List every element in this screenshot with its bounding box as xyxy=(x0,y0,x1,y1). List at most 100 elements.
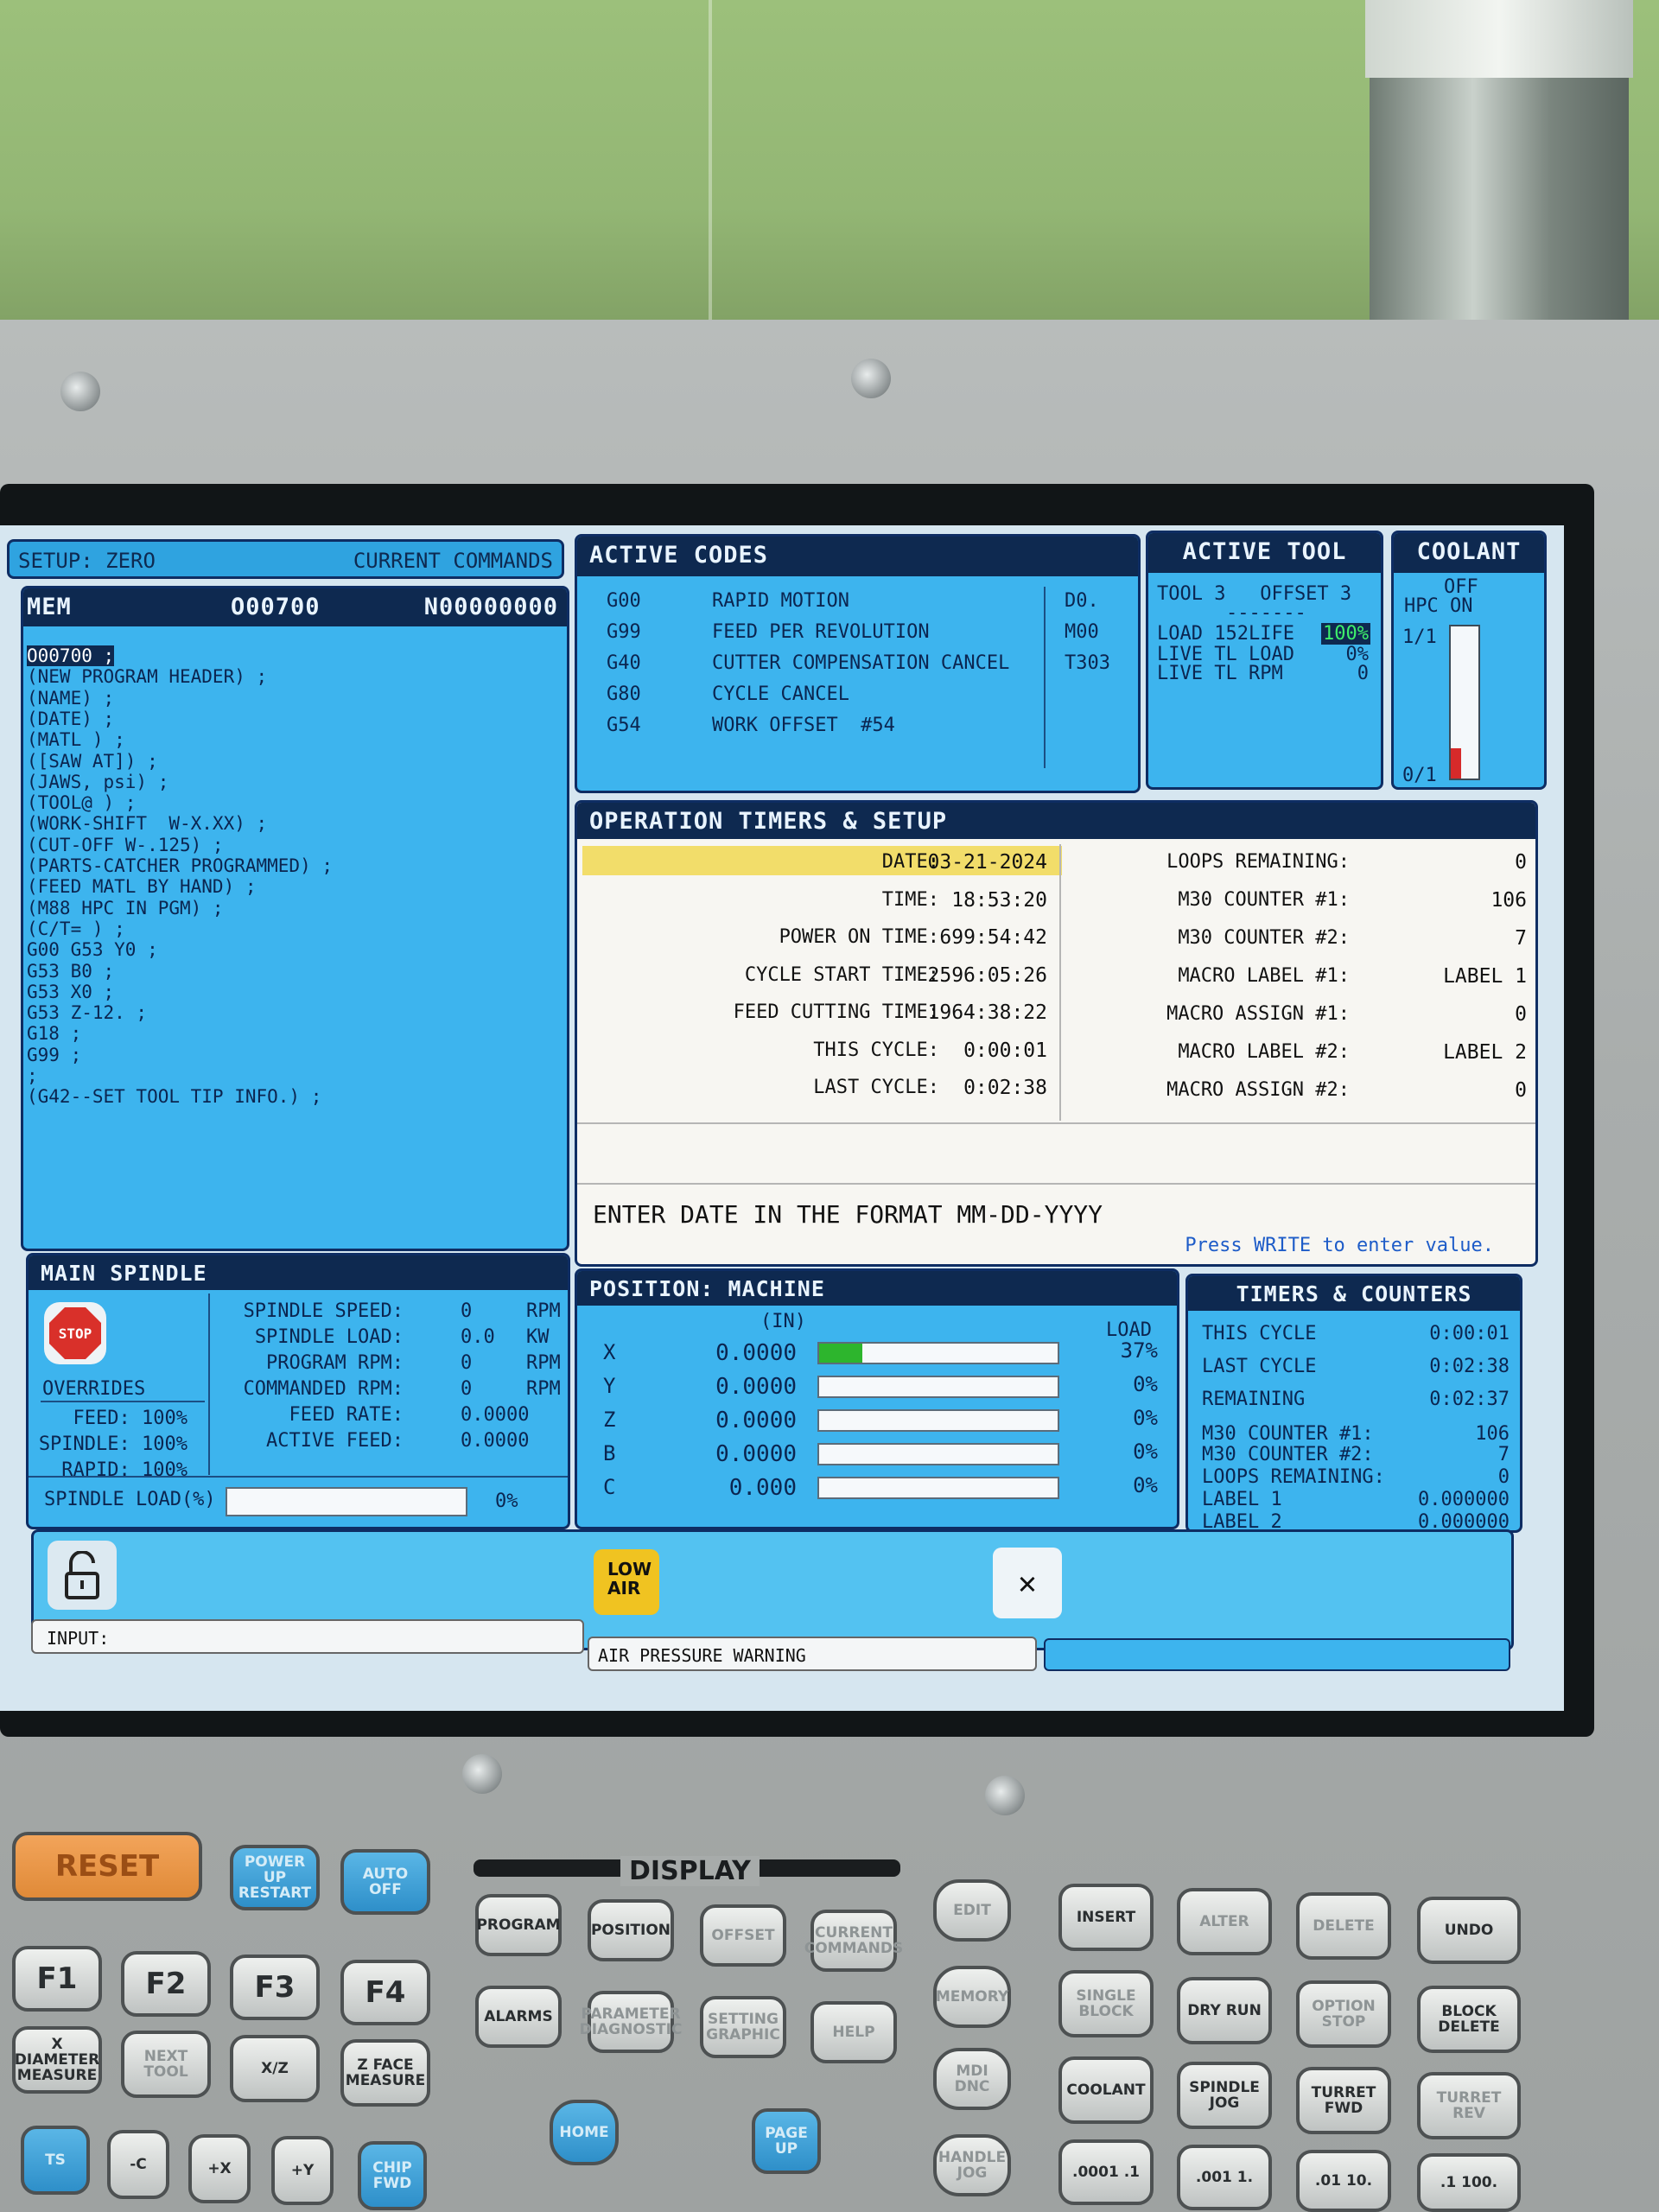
undo-key[interactable]: UNDO xyxy=(1417,1897,1521,1964)
screw xyxy=(851,359,891,398)
help-key[interactable]: HELP xyxy=(810,2001,897,2063)
spindle-jog-key[interactable]: SPINDLE JOG xyxy=(1177,2062,1272,2129)
cnc-screen: SETUP: ZERO CURRENT COMMANDS MEM O00700 … xyxy=(0,525,1564,1711)
program-key[interactable]: PROGRAM xyxy=(475,1894,562,1956)
gcode-description: CYCLE CANCEL xyxy=(712,683,849,705)
delete-key[interactable]: DELETE xyxy=(1296,1892,1391,1960)
auto-off-key[interactable]: AUTO OFF xyxy=(340,1849,430,1915)
home-key[interactable]: HOME xyxy=(550,2100,619,2165)
setting-graphic-key[interactable]: SETTING GRAPHIC xyxy=(700,1996,786,2058)
axis-value: 0.0000 xyxy=(715,1340,797,1366)
handle-jog-key[interactable]: HANDLE JOG xyxy=(933,2134,1011,2196)
f2-key[interactable]: F2 xyxy=(121,1951,211,2017)
chip-fwd-key[interactable]: CHIP FWD xyxy=(358,2141,427,2210)
program-line[interactable]: G00 G53 Y0 ; xyxy=(27,939,158,960)
program-line[interactable]: G53 X0 ; xyxy=(27,982,114,1002)
counter-label: THIS CYCLE xyxy=(1202,1323,1317,1344)
program-line[interactable]: (NEW PROGRAM HEADER) ; xyxy=(27,666,267,687)
program-line[interactable]: (FEED MATL BY HAND) ; xyxy=(27,876,257,897)
position-title: POSITION: MACHINE xyxy=(577,1271,1177,1306)
program-line[interactable]: (DATE) ; xyxy=(27,709,114,729)
program-header: MEM O00700 N00000000 xyxy=(23,588,567,626)
program-line[interactable]: (G42--SET TOOL TIP INFO.) ; xyxy=(27,1086,321,1107)
program-line[interactable]: (WORK-SHIFT W-X.XX) ; xyxy=(27,813,267,834)
single-block-key[interactable]: SINGLE BLOCK xyxy=(1058,1970,1154,2037)
offset-key[interactable]: OFFSET xyxy=(700,1904,786,1967)
turret-fwd-key[interactable]: TURRET FWD xyxy=(1296,2067,1391,2134)
program-line[interactable]: G18 ; xyxy=(27,1023,81,1044)
axis-value: 0.000 xyxy=(728,1475,797,1501)
divider xyxy=(1059,844,1061,1121)
current-commands-label[interactable]: CURRENT COMMANDS xyxy=(353,549,553,573)
program-line[interactable]: (TOOL@ ) ; xyxy=(27,792,136,813)
block-delete-key[interactable]: BLOCK DELETE xyxy=(1417,1986,1521,2053)
input-field[interactable]: INPUT: xyxy=(31,1619,584,1654)
insert-key[interactable]: INSERT xyxy=(1058,1884,1154,1951)
timers-prompt: ENTER DATE IN THE FORMAT MM-DD-YYYY xyxy=(593,1200,1103,1229)
f1-key[interactable]: F1 xyxy=(12,1946,102,2012)
01-10-key[interactable]: .01 10. xyxy=(1296,2150,1391,2212)
current-commands-key[interactable]: CURRENT COMMANDS xyxy=(804,1910,903,1972)
spindle-stat-unit: RPM xyxy=(526,1378,561,1400)
001-1-key[interactable]: .001 1. xyxy=(1177,2145,1272,2210)
counter-label: LOOPS REMAINING: xyxy=(1166,851,1350,873)
program-line[interactable]: (C/T= ) ; xyxy=(27,918,125,939)
alarms-key[interactable]: ALARMS xyxy=(475,1986,562,2048)
program-line[interactable]: (MATL ) ; xyxy=(27,729,125,750)
f4-key[interactable]: F4 xyxy=(340,1960,430,2025)
parameter-diagnostic-key[interactable]: PARAMETER DIAGNOSTIC xyxy=(580,1991,682,2053)
unlock-icon[interactable] xyxy=(48,1541,117,1610)
gcode: G54 xyxy=(607,715,641,736)
turret-rev-key[interactable]: TURRET REV xyxy=(1417,2072,1521,2139)
x-key[interactable]: +X xyxy=(188,2134,251,2203)
power-up-restart-key[interactable]: POWER UP RESTART xyxy=(230,1845,320,1910)
z-face-measure-key[interactable]: Z FACE MEASURE xyxy=(340,2039,430,2107)
0001-1-key[interactable]: .0001 .1 xyxy=(1058,2139,1154,2205)
program-line[interactable]: (JAWS, psi) ; xyxy=(27,772,168,792)
next-tool-key[interactable]: NEXT TOOL xyxy=(121,2031,211,2098)
program-line[interactable]: (PARTS-CATCHER PROGRAMMED) ; xyxy=(27,855,333,876)
counter-value: LABEL 2 xyxy=(1443,1041,1527,1064)
active-codes-panel: ACTIVE CODES G00 RAPID MOTION G99 FEED PER … xyxy=(575,534,1141,793)
sequence-number: N00000000 xyxy=(423,594,558,620)
program-line[interactable]: G53 Z-12. ; xyxy=(27,1002,147,1023)
coolant-key[interactable]: COOLANT xyxy=(1058,2056,1154,2124)
x-diameter-measure-key[interactable]: X DIAMETER MEASURE xyxy=(12,2026,102,2094)
program-line[interactable]: (M88 HPC IN PGM) ; xyxy=(27,898,224,918)
timer-label: TIME: xyxy=(881,888,939,911)
y-key[interactable]: +Y xyxy=(271,2136,334,2205)
page-up-key[interactable]: PAGE UP xyxy=(752,2108,821,2174)
f3-key[interactable]: F3 xyxy=(230,1955,320,2020)
edit-key[interactable]: EDIT xyxy=(933,1879,1011,1942)
program-line[interactable]: (NAME) ; xyxy=(27,688,114,709)
option-stop-key[interactable]: OPTION STOP xyxy=(1296,1980,1391,2048)
program-line[interactable]: ; xyxy=(27,1065,38,1086)
reset-key[interactable]: RESET xyxy=(12,1832,202,1901)
gcode-description: CUTTER COMPENSATION CANCEL xyxy=(712,652,1010,674)
counter-label: MACRO LABEL #1: xyxy=(1178,965,1350,987)
active-tool-panel: ACTIVE TOOL TOOL 3 OFFSET 3 ------- LOAD… xyxy=(1146,531,1383,790)
program-line[interactable]: G53 B0 ; xyxy=(27,961,114,982)
program-line[interactable]: O00700 ; xyxy=(27,645,115,666)
counter-label: M30 COUNTER #2: xyxy=(1202,1444,1374,1465)
position-key[interactable]: POSITION xyxy=(588,1899,674,1961)
gcode: G00 xyxy=(607,590,641,612)
alter-key[interactable]: ALTER xyxy=(1177,1888,1272,1955)
timer-value[interactable]: 03-21-2024 xyxy=(928,851,1047,874)
mdi-dnc-key[interactable]: MDI DNC xyxy=(933,2048,1011,2110)
active-code-side: M00 xyxy=(1065,621,1099,643)
1-100-key[interactable]: .1 100. xyxy=(1417,2153,1521,2212)
timers-panel: OPERATION TIMERS & SETUP DATE: 03-21-2024… xyxy=(575,800,1538,1267)
program-line[interactable]: ([SAW AT]) ; xyxy=(27,751,158,772)
dry-run-key[interactable]: DRY RUN xyxy=(1177,1977,1272,2044)
program-line[interactable]: G99 ; xyxy=(27,1045,81,1065)
ts-key[interactable]: TS xyxy=(21,2126,90,2195)
x-z-key[interactable]: X/Z xyxy=(230,2035,320,2102)
program-line[interactable]: (CUT-OFF W-.125) ; xyxy=(27,835,224,855)
override-item: RAPID: 100% xyxy=(61,1459,188,1481)
active-code-side: D0. xyxy=(1065,590,1099,612)
memory-key[interactable]: MEMORY xyxy=(933,1966,1011,2028)
axis-value: 0.0000 xyxy=(715,1408,797,1433)
axis-load-bar xyxy=(817,1443,1059,1465)
c-key[interactable]: -C xyxy=(107,2130,169,2199)
